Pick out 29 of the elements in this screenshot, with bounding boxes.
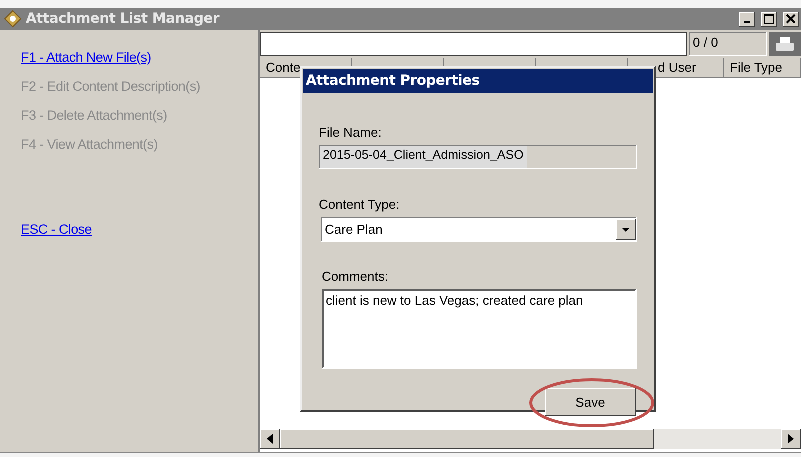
printer-icon [774, 36, 796, 52]
close-icon [786, 14, 796, 24]
comments-field[interactable]: client is new to Las Vegas; created care plan [322, 289, 637, 369]
action-text: F4 - View Attachment(s) [21, 137, 159, 154]
field-label: File Name: [319, 125, 382, 140]
scrollbar-thumb[interactable] [280, 429, 654, 449]
save-button[interactable]: Save [545, 388, 636, 416]
minimize-button[interactable] [739, 12, 755, 26]
print-button[interactable] [769, 32, 801, 56]
action-link[interactable]: F1 - Attach New File(s) [21, 50, 258, 79]
scroll-left-icon[interactable] [260, 429, 280, 449]
column-header[interactable]: File Type [724, 58, 801, 77]
record-counter: 0 / 0 [689, 32, 767, 56]
file-name-field: 2015-05-04_Client_Admission_ASO [319, 145, 637, 169]
scroll-right-icon[interactable] [781, 429, 801, 449]
content-type-dropdown[interactable]: Care Plan [321, 217, 637, 242]
close-button[interactable] [783, 12, 799, 26]
dialog-title: Attachment Properties [303, 69, 653, 93]
dropdown-caret-icon[interactable] [616, 219, 636, 240]
search-field[interactable] [260, 32, 687, 56]
window-title: Attachment List Manager [26, 11, 221, 27]
maximize-button[interactable] [761, 12, 777, 26]
field-label: Comments: [322, 269, 388, 284]
maximize-icon [764, 14, 774, 24]
field-label: Content Type: [319, 197, 400, 212]
action-text: F2 - Edit Content Description(s) [21, 79, 202, 96]
action-text: F3 - Delete Attachment(s) [21, 108, 168, 125]
close-link[interactable]: ESC - Close [21, 222, 258, 251]
app-logo-icon [4, 10, 22, 28]
